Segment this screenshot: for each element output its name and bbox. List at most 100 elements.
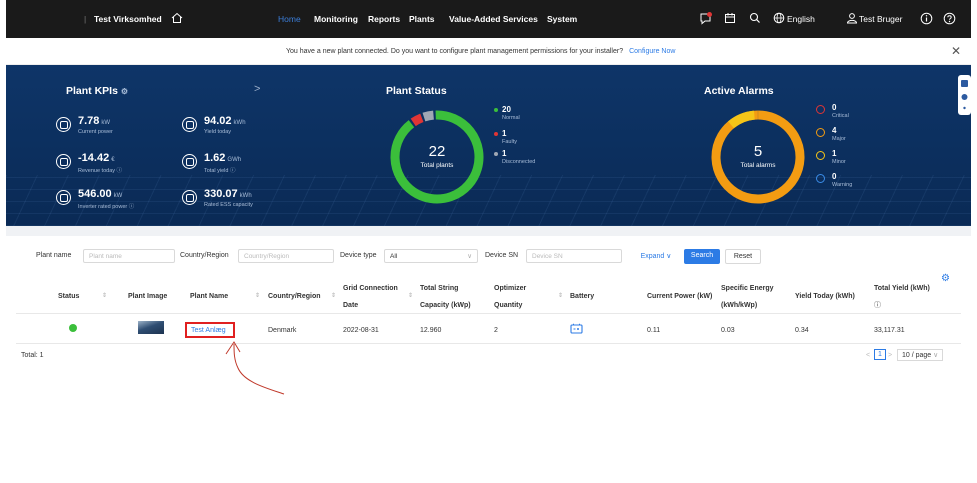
- help-icon[interactable]: ⓘ: [874, 302, 881, 309]
- calendar-icon[interactable]: [723, 11, 737, 25]
- status-slice-faulty: [410, 113, 424, 127]
- faulty-dot: [494, 131, 498, 136]
- plant-status-title: Plant Status: [386, 85, 447, 97]
- help-icon[interactable]: [942, 11, 956, 25]
- kpi-inverter-rated-power: 546.00 kW Inverter rated power ⓘ: [56, 188, 171, 212]
- chevron-right-icon[interactable]: >: [254, 83, 260, 95]
- cell-optimizers: 2: [494, 327, 498, 334]
- critical-alarm-icon: [816, 105, 825, 114]
- device-type-label: Device type: [340, 252, 377, 259]
- annotation-arrow: [225, 341, 285, 395]
- legend-minor: 1 Minor: [832, 149, 846, 165]
- dashboard-banner: Plant KPIs ⚙ > 7.78 kW Current power 94.0…: [6, 65, 971, 226]
- cell-grid-date: 2022-08-31: [343, 327, 379, 334]
- col-total-yield: Total Yield (kWh) ⓘ: [874, 285, 930, 309]
- device-sn-input[interactable]: Device SN: [526, 249, 622, 263]
- col-country: Country/Region: [268, 293, 321, 300]
- reset-button[interactable]: Reset: [725, 249, 761, 264]
- kpi-current-power: 7.78 kW Current power: [56, 115, 171, 139]
- kpi-revenue-today: -14.42 € Revenue today ⓘ: [56, 152, 171, 176]
- list-icon: [961, 80, 968, 87]
- col-plant-image: Plant Image: [128, 293, 168, 300]
- col-specific-energy: Specific Energy (kWh/kWp): [721, 285, 774, 309]
- nav-reports[interactable]: Reports: [368, 14, 400, 24]
- chevron-down-icon: ∨: [467, 253, 472, 260]
- plant-thumbnail[interactable]: [138, 321, 164, 334]
- legend-disconnected: 1 Disconnected: [494, 149, 535, 165]
- disconnected-dot: [494, 151, 498, 156]
- plant-name-label: Plant name: [36, 252, 72, 259]
- globe-icon[interactable]: [772, 11, 786, 25]
- battery-icon[interactable]: [570, 323, 583, 334]
- user-name[interactable]: Test Bruger: [859, 14, 902, 24]
- plant-name-input[interactable]: Plant name: [83, 249, 175, 263]
- search-button[interactable]: Search: [684, 249, 720, 264]
- nav-home[interactable]: Home: [278, 14, 301, 24]
- location-icon: [961, 94, 968, 100]
- chevron-down-icon: ∨: [666, 253, 672, 260]
- language-selector[interactable]: English: [787, 14, 815, 24]
- device-sn-label: Device SN: [485, 252, 519, 259]
- plant-list-panel: Plant name Plant name Country/Region Cou…: [6, 226, 971, 483]
- sort-icon[interactable]: ⇕: [255, 292, 260, 299]
- user-icon[interactable]: [845, 11, 859, 25]
- configure-now-link[interactable]: Configure Now: [629, 48, 675, 55]
- nav-value-added-services[interactable]: Value-Added Services: [449, 14, 538, 24]
- page-size-select[interactable]: 10 / page ∨: [897, 349, 944, 361]
- cell-string-capacity: 12.960: [420, 327, 442, 334]
- org-name[interactable]: Test Virksomhed: [94, 14, 162, 24]
- col-plant-name: Plant Name: [190, 293, 229, 300]
- legend-normal: 20 Normal: [494, 105, 520, 121]
- cell-yield-today: 0.34: [795, 327, 809, 334]
- info-icon[interactable]: [919, 11, 933, 25]
- cell-specific-energy: 0.03: [721, 327, 735, 334]
- col-current-power: Current Power (kW): [647, 293, 713, 300]
- home-icon[interactable]: [170, 11, 184, 25]
- nav-plants[interactable]: Plants: [409, 14, 435, 24]
- col-optimizer-quantity: Optimizer Quantity: [494, 285, 527, 309]
- alarms-title: Active Alarms: [704, 85, 774, 97]
- cell-country: Denmark: [268, 327, 297, 334]
- status-slice-disconnected: [422, 110, 435, 122]
- country-input[interactable]: Country/Region: [238, 249, 334, 263]
- notice-text: You have a new plant connected. Do you w…: [286, 48, 624, 55]
- next-page-icon[interactable]: >: [888, 352, 892, 359]
- sort-icon[interactable]: ⇕: [408, 292, 413, 299]
- app-frame: | Test Virksomhed Home Monitoring Report…: [6, 0, 971, 483]
- alarm-ring-minor: [728, 110, 755, 129]
- help-icon[interactable]: ⓘ: [117, 168, 123, 174]
- col-yield-today: Yield Today (kWh): [795, 293, 855, 300]
- country-label: Country/Region: [180, 252, 229, 259]
- device-type-select[interactable]: All ∨: [384, 249, 478, 263]
- alarms-total: 5 Total alarms: [740, 143, 776, 169]
- col-battery: Battery: [570, 293, 595, 300]
- major-alarm-icon: [816, 128, 825, 137]
- legend-major: 4 Major: [832, 126, 846, 142]
- side-widget[interactable]: [958, 75, 971, 115]
- prev-page-icon[interactable]: <: [866, 352, 870, 359]
- legend-faulty: 1 Faulty: [494, 129, 517, 145]
- sort-icon[interactable]: ⇕: [331, 292, 336, 299]
- search-icon[interactable]: [748, 11, 762, 25]
- settings-icon[interactable]: ⚙: [121, 87, 128, 96]
- nav-system[interactable]: System: [547, 14, 577, 24]
- sort-icon[interactable]: ⇕: [102, 292, 107, 299]
- sort-icon[interactable]: ⇕: [558, 292, 563, 299]
- kpi-title: Plant KPIs ⚙: [66, 85, 129, 97]
- close-icon[interactable]: ✕: [951, 44, 961, 58]
- expand-button[interactable]: Expand ∨: [634, 249, 678, 264]
- chevron-down-icon: ∨: [933, 352, 939, 359]
- help-icon[interactable]: ⓘ: [230, 168, 236, 174]
- notice-bar: You have a new plant connected. Do you w…: [6, 38, 971, 65]
- power-icon: [56, 117, 71, 132]
- help-icon[interactable]: ⓘ: [129, 204, 135, 210]
- col-status: Status: [58, 293, 80, 300]
- top-bar: | Test Virksomhed Home Monitoring Report…: [6, 0, 971, 38]
- total-yield-icon: [182, 154, 197, 169]
- minor-alarm-icon: [816, 151, 825, 160]
- normal-dot: [494, 107, 498, 112]
- plant-name-link[interactable]: Test Anlæg: [191, 327, 226, 334]
- page-1-button[interactable]: 1: [874, 349, 886, 360]
- nav-monitoring[interactable]: Monitoring: [314, 14, 358, 24]
- message-icon[interactable]: [698, 11, 712, 25]
